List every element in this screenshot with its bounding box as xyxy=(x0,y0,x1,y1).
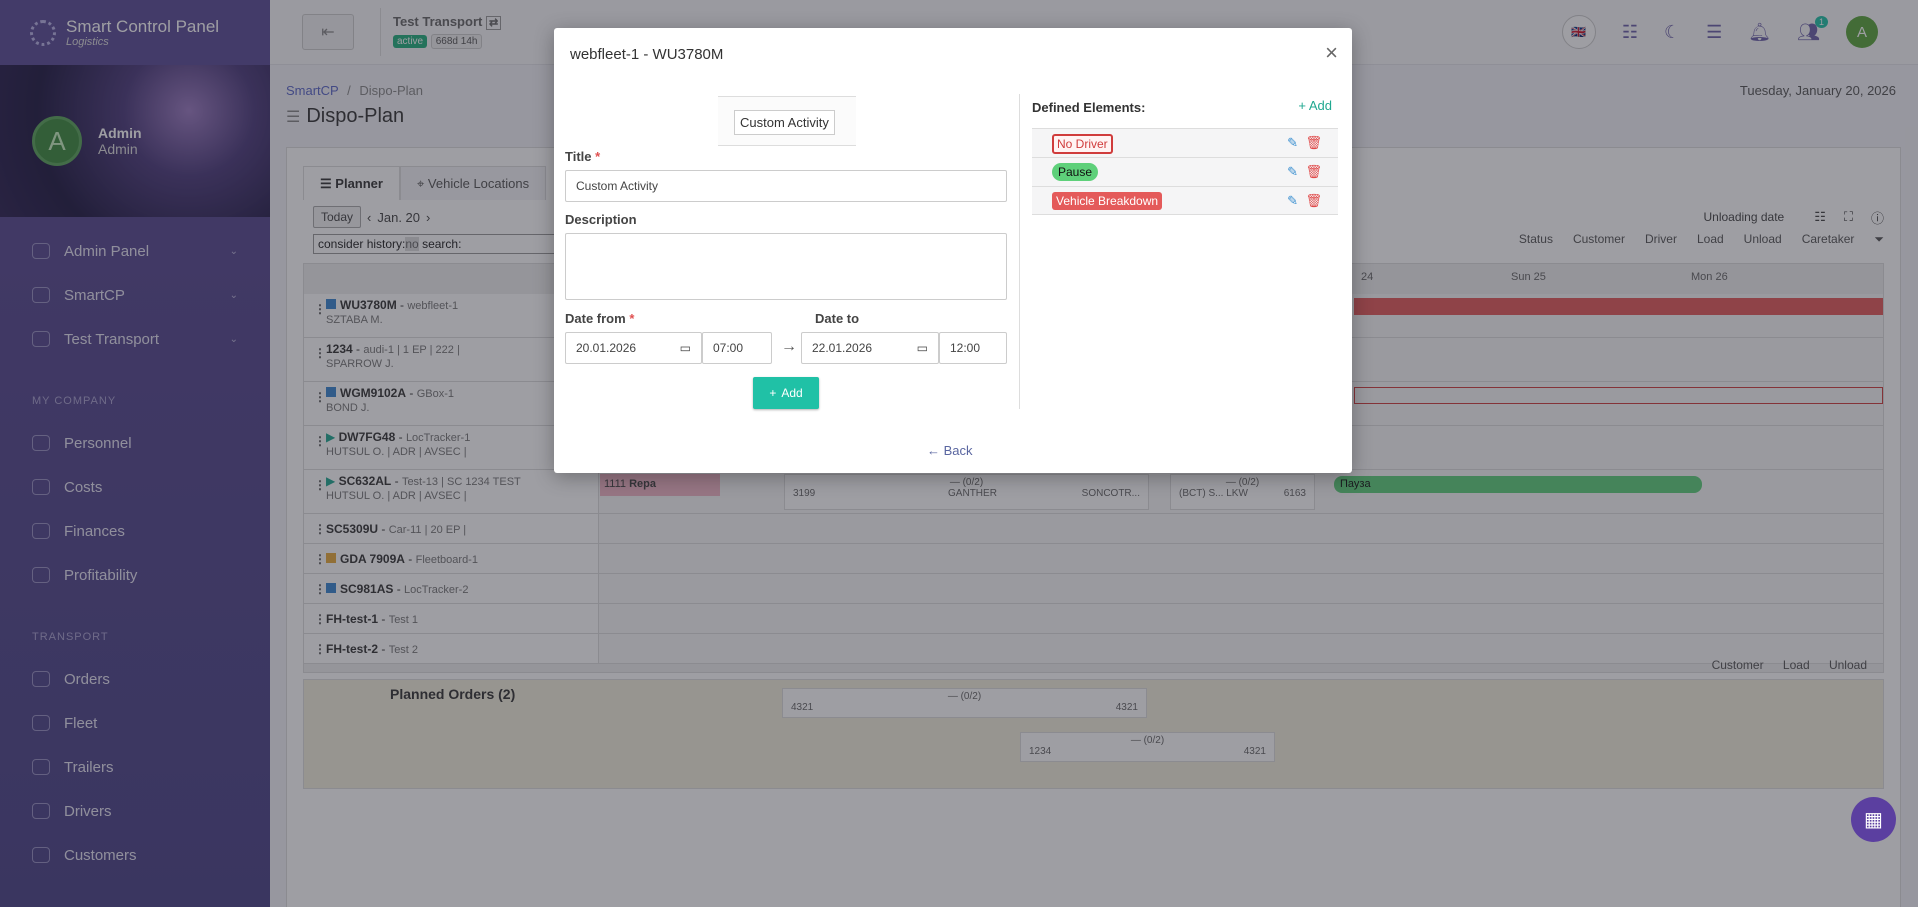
edit-icon[interactable]: ✎ xyxy=(1287,164,1298,180)
add-activity-button[interactable]: + Add xyxy=(753,377,819,409)
close-icon[interactable]: × xyxy=(1325,40,1338,66)
trash-icon[interactable]: 🗑︎ xyxy=(1305,135,1322,151)
calendar-icon[interactable]: ▭ xyxy=(680,341,691,355)
apps-grid-button[interactable]: ▦ xyxy=(1851,797,1896,842)
tag-pause: Pause xyxy=(1052,163,1099,181)
plus-icon: + xyxy=(769,386,777,400)
date-to-label: Date to xyxy=(815,311,860,326)
date-to-input[interactable]: 22.01.2026 ▭ xyxy=(801,332,939,364)
arrow-right-icon: → xyxy=(781,338,797,355)
edit-icon[interactable]: ✎ xyxy=(1287,135,1298,151)
edit-icon[interactable]: ✎ xyxy=(1287,193,1298,209)
arrow-left-icon: ← xyxy=(927,443,944,458)
back-button[interactable]: ← Back xyxy=(927,443,973,458)
grid-icon: ▦ xyxy=(1864,809,1883,831)
activity-preview: Custom Activity xyxy=(718,96,856,146)
defined-add-button[interactable]: + Add xyxy=(1298,98,1332,113)
tag-vehicle-breakdown: Vehicle Breakdown xyxy=(1052,192,1163,210)
activity-modal: webfleet-1 - WU3780M × Custom Activity T… xyxy=(554,28,1352,473)
defined-elements-title: Defined Elements: xyxy=(1032,100,1146,115)
divider xyxy=(1019,94,1020,409)
title-label: Title * xyxy=(565,149,601,164)
list-item: Pause ✎ 🗑︎ xyxy=(1032,157,1338,186)
date-from-label: Date from * xyxy=(565,311,635,326)
time-to-input[interactable]: 12:00 xyxy=(939,332,1007,364)
preview-label: Custom Activity xyxy=(734,110,835,135)
modal-title: webfleet-1 - WU3780M xyxy=(570,46,724,63)
date-from-input[interactable]: 20.01.2026 ▭ xyxy=(565,332,702,364)
calendar-icon[interactable]: ▭ xyxy=(917,341,928,355)
list-item: Vehicle Breakdown ✎ 🗑︎ xyxy=(1032,186,1338,215)
description-textarea[interactable] xyxy=(565,233,1007,300)
trash-icon[interactable]: 🗑︎ xyxy=(1305,193,1322,209)
description-label: Description xyxy=(565,212,637,227)
title-input[interactable]: Custom Activity xyxy=(565,170,1007,202)
trash-icon[interactable]: 🗑︎ xyxy=(1305,164,1322,180)
list-item: No Driver ✎ 🗑︎ xyxy=(1032,128,1338,157)
plus-icon: + xyxy=(1298,98,1309,113)
time-from-input[interactable]: 07:00 xyxy=(702,332,772,364)
tag-no-driver: No Driver xyxy=(1052,134,1113,154)
